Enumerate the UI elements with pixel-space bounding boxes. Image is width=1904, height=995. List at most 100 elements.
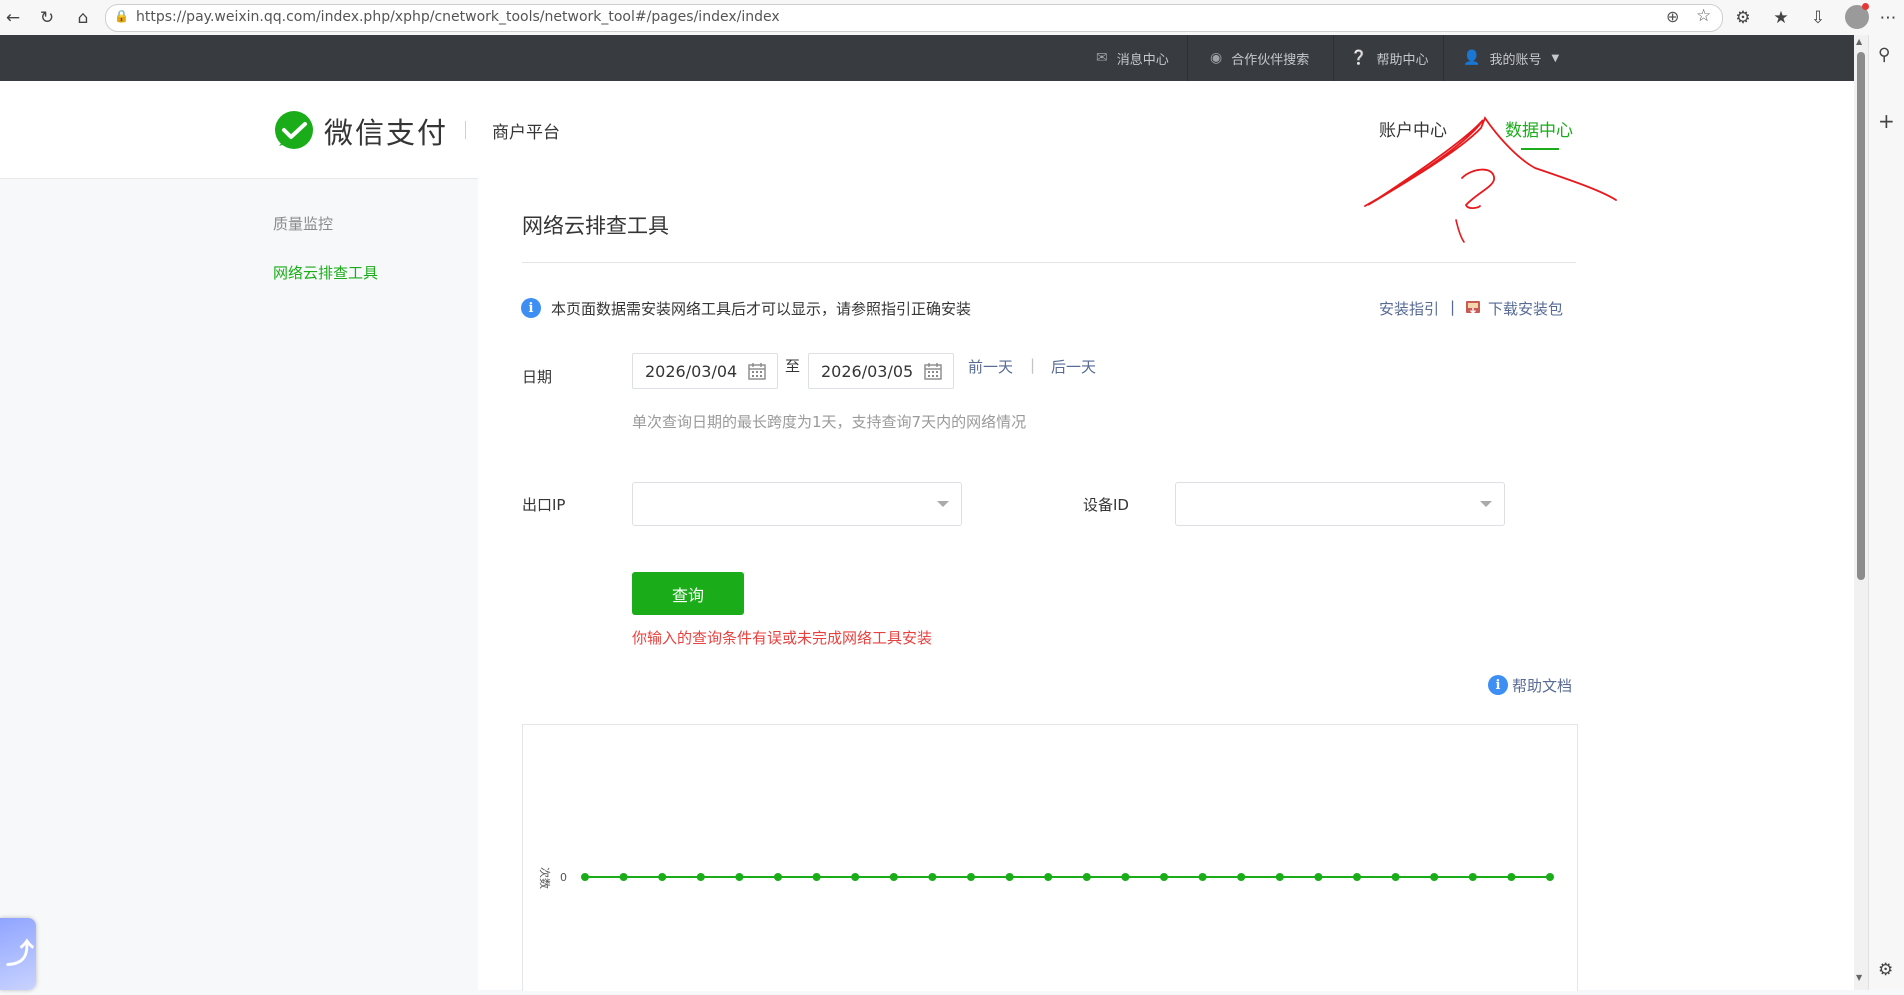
topbar-divider <box>1333 35 1334 81</box>
partner-search-link[interactable]: ◉ 合作伙伴搜索 <box>1210 35 1309 81</box>
chevron-down-icon <box>937 501 949 507</box>
link-separator: | <box>1450 298 1456 316</box>
data-point[interactable] <box>812 873 821 881</box>
data-point[interactable] <box>1121 873 1130 881</box>
notification-dot-icon <box>1862 3 1869 10</box>
zoom-icon[interactable]: ⊕ <box>1666 7 1679 26</box>
end-date-picker[interactable]: 2026/03/05 <box>808 353 954 389</box>
data-point[interactable] <box>967 873 975 881</box>
exit-ip-label: 出口IP <box>522 496 566 514</box>
favorite-star-icon[interactable]: ☆ <box>1696 6 1711 26</box>
topbar-divider <box>1443 35 1444 81</box>
browser-side-panel: ⚲ + ⚙ <box>1868 35 1904 990</box>
chevron-down-icon <box>1480 501 1492 507</box>
brand-name[interactable]: 微信支付 <box>324 110 448 152</box>
data-point[interactable] <box>774 873 782 881</box>
title-divider <box>522 262 1576 263</box>
info-icon: i <box>1488 675 1508 695</box>
data-point[interactable] <box>1546 873 1554 881</box>
page-title: 网络云排查工具 <box>522 214 669 238</box>
nav-active-indicator <box>1521 148 1559 150</box>
data-point[interactable] <box>1005 873 1014 881</box>
data-point[interactable] <box>619 873 628 881</box>
device-id-select[interactable] <box>1175 482 1505 526</box>
scrollbar-thumb[interactable] <box>1857 52 1865 580</box>
start-date-value: 2026/03/04 <box>645 362 738 381</box>
more-icon[interactable]: ⋯ <box>1876 6 1900 30</box>
data-point[interactable] <box>1507 873 1516 881</box>
back-arrow-icon[interactable]: ← <box>0 5 26 31</box>
my-account-label: 我的账号 <box>1489 52 1542 68</box>
scroll-down-arrow-icon[interactable]: ▼ <box>1856 973 1862 982</box>
data-point[interactable] <box>1275 873 1284 881</box>
wechat-pay-logo-icon[interactable] <box>273 110 315 152</box>
y-tick-label: 0 <box>560 871 567 884</box>
data-point[interactable] <box>1430 873 1439 881</box>
data-point[interactable] <box>696 873 705 881</box>
help-center-link[interactable]: ❔ 帮助中心 <box>1350 35 1428 81</box>
data-point[interactable] <box>1082 873 1091 881</box>
data-point[interactable] <box>1198 873 1207 881</box>
date-range-hint: 单次查询日期的最长跨度为1天，支持查询7天内的网络情况 <box>632 413 1027 431</box>
question-icon: ❔ <box>1350 50 1368 66</box>
day-link-separator: | <box>1030 356 1036 374</box>
data-point[interactable] <box>1353 873 1361 881</box>
browser-toolbar: ← ↻ ⌂ 🔒 https://pay.weixin.qq.com/index.… <box>0 0 1904 36</box>
favorites-icon[interactable]: ★ <box>1769 6 1793 30</box>
data-point[interactable] <box>735 873 744 881</box>
install-guide-link[interactable]: 安装指引 <box>1379 298 1439 319</box>
data-point[interactable] <box>581 873 589 881</box>
floating-assistant-widget[interactable]: ⤴ <box>0 918 36 990</box>
add-icon[interactable]: + <box>1878 109 1895 133</box>
home-icon[interactable]: ⌂ <box>70 5 96 31</box>
download-package-link[interactable]: 下载安装包 <box>1488 298 1563 319</box>
nav-account-center[interactable]: 账户中心 <box>1379 116 1447 141</box>
search-circle-icon: ◉ <box>1210 50 1223 66</box>
assistant-logo-icon: ⤴ <box>6 937 35 970</box>
data-point[interactable] <box>1044 873 1053 881</box>
device-id-label: 设备ID <box>1083 496 1129 514</box>
sidebar-item-quality-monitor[interactable]: 质量监控 <box>273 213 333 234</box>
settings-icon[interactable]: ⚙ <box>1878 960 1893 980</box>
calendar-icon <box>748 363 766 380</box>
data-point[interactable] <box>1391 873 1400 881</box>
help-doc-link[interactable]: 帮助文档 <box>1512 675 1572 696</box>
partner-search-label: 合作伙伴搜索 <box>1231 52 1310 68</box>
data-point[interactable] <box>658 873 667 881</box>
reload-icon[interactable]: ↻ <box>34 5 60 31</box>
mail-icon: ✉ <box>1096 50 1108 66</box>
site-header: 微信支付 商户平台 账户中心 数据中心 <box>0 81 1854 179</box>
lock-icon: 🔒 <box>114 9 129 23</box>
chevron-down-icon: ▼ <box>1551 52 1560 64</box>
download-package-icon <box>1466 301 1480 314</box>
y-axis-label: 次数 <box>538 867 552 889</box>
data-point[interactable] <box>889 873 898 881</box>
install-notice: 本页面数据需安装网络工具后才可以显示，请参照指引正确安装 <box>551 300 972 318</box>
my-account-dropdown[interactable]: 👤 我的账号 ▼ <box>1463 35 1559 81</box>
nav-data-center[interactable]: 数据中心 <box>1505 116 1573 141</box>
message-center-link[interactable]: ✉ 消息中心 <box>1096 35 1169 81</box>
data-point[interactable] <box>851 873 860 881</box>
sidebar-item-network-tool[interactable]: 网络云排查工具 <box>273 262 378 283</box>
calendar-icon <box>924 363 942 380</box>
url-text: https://pay.weixin.qq.com/index.php/xphp… <box>136 9 780 25</box>
extensions-icon[interactable]: ⚙ <box>1731 6 1755 30</box>
scroll-up-arrow-icon[interactable]: ▲ <box>1856 37 1862 46</box>
query-button[interactable]: 查询 <box>632 572 744 615</box>
next-day-link[interactable]: 后一天 <box>1051 356 1096 377</box>
downloads-icon[interactable]: ⇩ <box>1806 6 1830 30</box>
search-icon[interactable]: ⚲ <box>1878 45 1890 65</box>
platform-name: 商户平台 <box>492 123 560 143</box>
exit-ip-select[interactable] <box>632 482 962 526</box>
data-point[interactable] <box>1468 873 1477 881</box>
data-point[interactable] <box>1160 873 1168 881</box>
logo-divider <box>465 121 466 139</box>
prev-day-link[interactable]: 前一天 <box>968 356 1013 377</box>
chart-container: 次数 0 <box>522 724 1578 991</box>
data-point[interactable] <box>928 873 937 881</box>
data-point[interactable] <box>1314 873 1323 881</box>
date-range-to: 至 <box>785 357 801 375</box>
address-bar[interactable]: 🔒 https://pay.weixin.qq.com/index.php/xp… <box>105 4 1723 32</box>
start-date-picker[interactable]: 2026/03/04 <box>632 353 778 389</box>
data-point[interactable] <box>1237 873 1246 881</box>
